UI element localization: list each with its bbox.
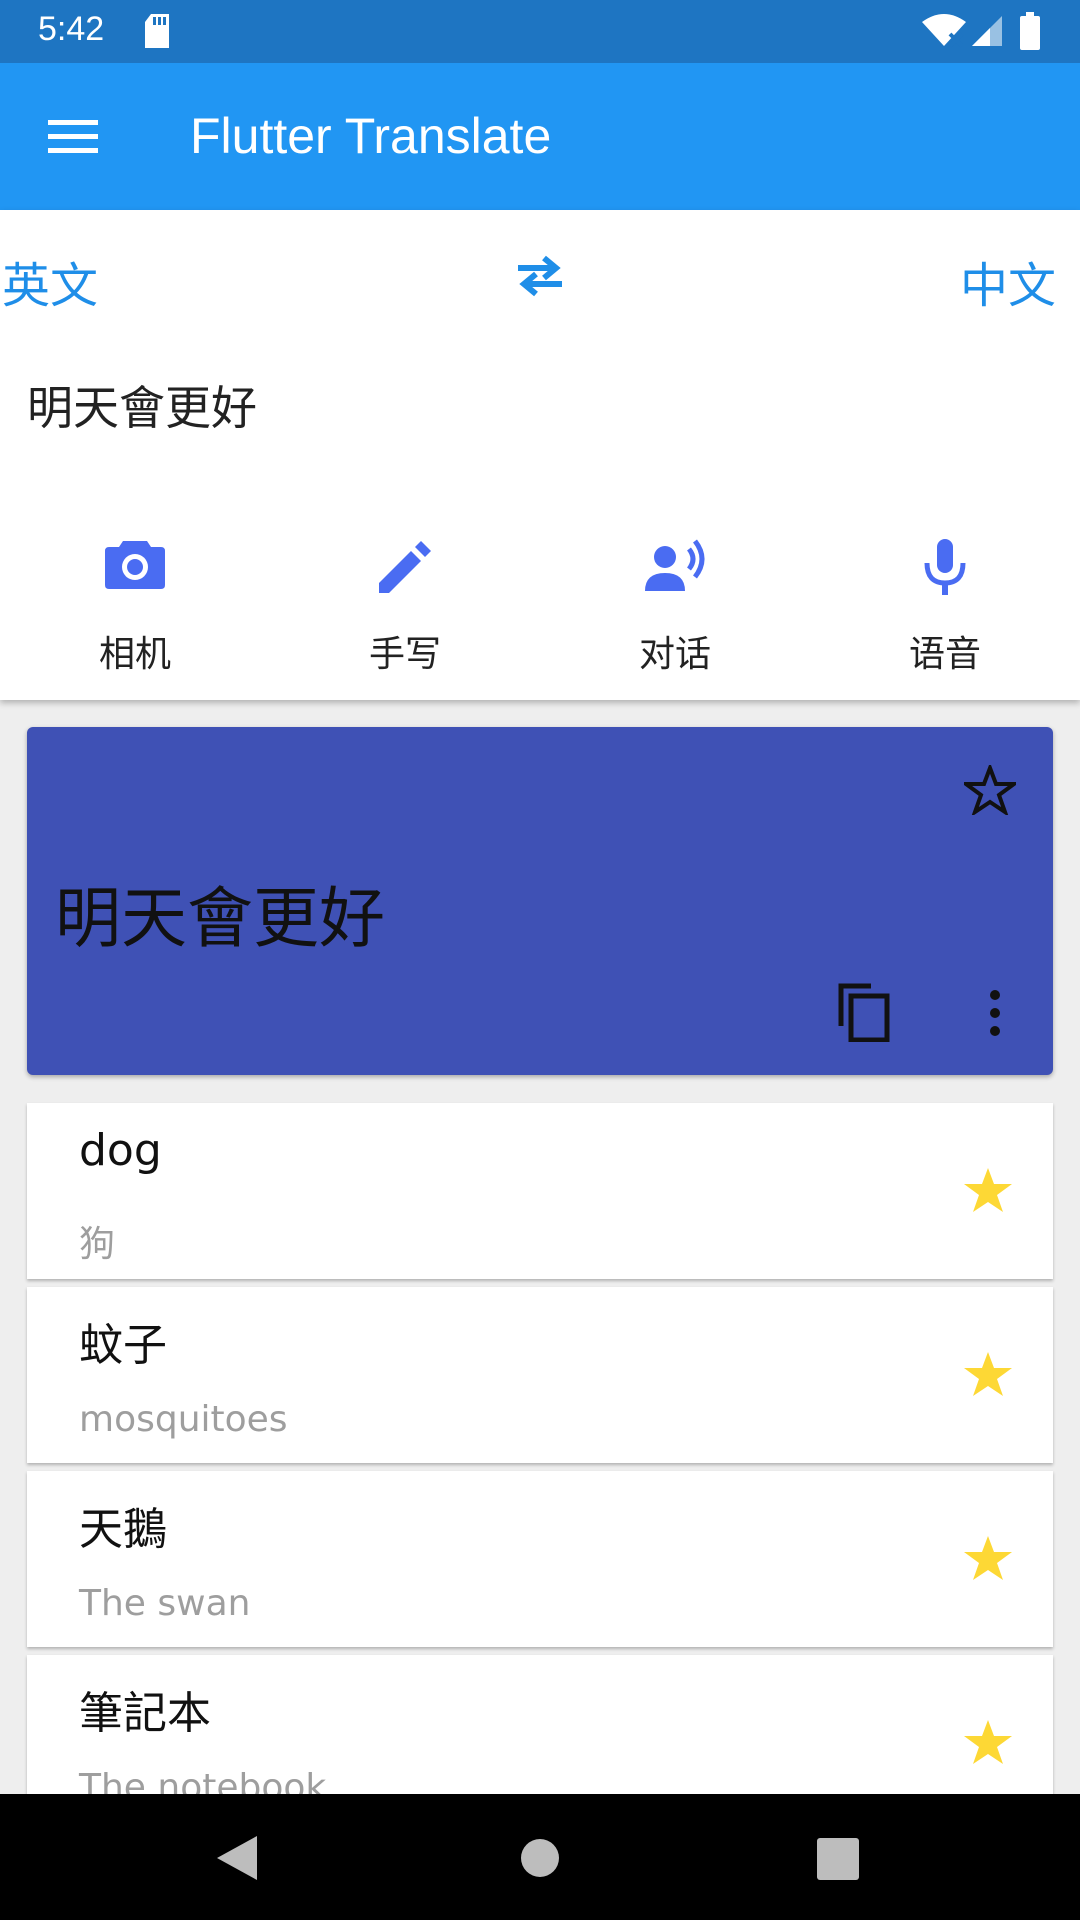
translation-result-card: 明天會更好 [27,727,1053,1075]
star-filled-icon[interactable] [962,1717,1014,1767]
history-source-text: 蚊子 [79,1320,167,1371]
voice-button[interactable]: 语音 [810,525,1080,705]
conversation-button[interactable]: 对话 [540,525,810,705]
history-item[interactable]: 天鵝 The swan [27,1471,1053,1647]
swap-languages-icon[interactable] [514,254,566,298]
history-source-text: dog [79,1125,162,1176]
copy-icon[interactable] [837,982,891,1042]
recents-icon[interactable] [817,1838,859,1880]
history-translation-text: The swan [79,1583,251,1624]
star-filled-icon[interactable] [962,1165,1014,1215]
star-filled-icon[interactable] [962,1349,1014,1399]
navigation-bar [0,1794,1080,1920]
translation-result-text: 明天會更好 [55,880,385,957]
translate-panel: 英文 中文 明天會更好 相机 手写 对话 语音 [0,210,1080,700]
handwriting-button[interactable]: 手写 [270,525,540,705]
history-item[interactable]: dog 狗 [27,1103,1053,1279]
back-icon[interactable] [217,1836,257,1880]
star-filled-icon[interactable] [962,1533,1014,1583]
history-source-text: 筆記本 [79,1688,211,1739]
history-translation-text: 狗 [79,1224,116,1265]
menu-icon[interactable] [48,118,98,156]
source-language-button[interactable]: 英文 [2,246,98,316]
history-item[interactable]: 蚊子 mosquitoes [27,1287,1053,1463]
home-icon[interactable] [520,1838,560,1878]
voice-label: 语音 [908,634,981,675]
history-translation-text: mosquitoes [79,1399,288,1440]
star-outline-icon[interactable] [964,765,1016,815]
pencil-icon [379,541,431,593]
camera-icon [105,541,165,589]
battery-icon [1020,12,1040,50]
camera-label: 相机 [98,634,171,675]
wifi-icon [922,14,966,48]
cellular-signal-icon [972,16,1002,46]
source-text-input[interactable]: 明天會更好 [27,372,257,438]
history-source-text: 天鵝 [79,1504,167,1555]
microphone-icon [924,539,966,595]
status-bar: 5:42 [0,0,1080,63]
camera-button[interactable]: 相机 [0,525,270,705]
status-time: 5:42 [38,10,105,48]
app-bar: Flutter Translate [0,63,1080,210]
sd-card-icon [145,14,169,48]
target-language-button[interactable]: 中文 [960,246,1056,316]
conversation-label: 对话 [638,634,711,675]
more-options-icon[interactable] [988,989,1002,1037]
app-title: Flutter Translate [190,108,552,164]
handwriting-label: 手写 [368,634,441,675]
conversation-icon [645,539,705,591]
